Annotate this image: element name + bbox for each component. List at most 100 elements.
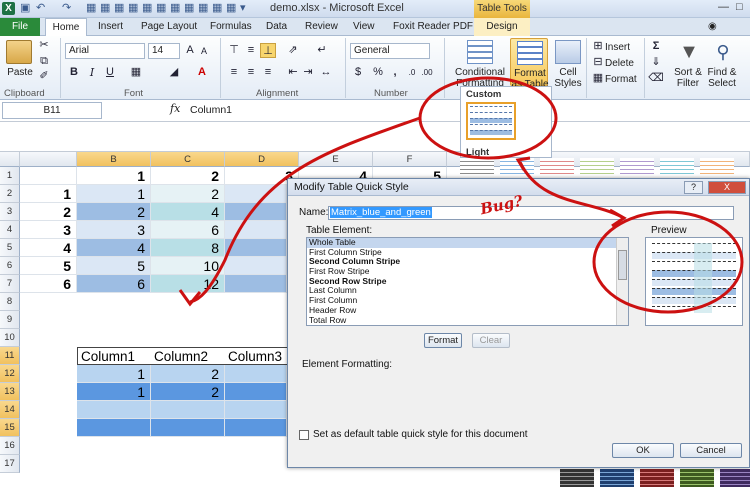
clear-icon[interactable]: ⌫ [648,71,664,86]
number-format-select[interactable]: General [350,43,430,59]
quick-access-icon-9[interactable]: ▦ [198,1,208,14]
column-header-a[interactable] [20,152,77,167]
table-cell[interactable]: 2 [151,365,225,383]
select-all-corner[interactable] [0,152,20,167]
insert-cells-button[interactable]: Insert [605,42,630,53]
cell[interactable]: 10 [151,257,225,275]
format-cells-button[interactable]: Format [605,74,637,85]
tab-insert[interactable]: Insert [98,21,123,32]
quick-access-icon-8[interactable]: ▦ [184,1,194,14]
name-box[interactable]: B11 [2,102,102,119]
row-header[interactable]: 12 [0,365,20,383]
row-header[interactable]: 14 [0,401,20,419]
row-header[interactable]: 4 [0,221,20,239]
cell-styles-label-1[interactable]: Cell [550,67,586,78]
cell[interactable]: 2 [151,185,225,203]
table-cell[interactable] [225,419,287,437]
cell[interactable]: 6 [77,275,151,293]
font-size-select[interactable]: 14 [148,43,180,59]
format-cells-icon[interactable]: ▦ [590,71,606,86]
default-style-checkbox[interactable] [299,430,309,440]
quick-access-icon-5[interactable]: ▦ [142,1,152,14]
delete-cells-icon[interactable]: ⊟ [590,55,606,70]
undo-icon[interactable]: ↶ [36,1,45,14]
percent-button[interactable]: % [370,65,386,80]
tab-data[interactable]: Data [266,21,287,32]
column-header-e[interactable]: E [299,152,373,167]
row-header[interactable]: 17 [0,455,20,473]
copy-icon[interactable]: ⧉ [36,54,52,69]
wrap-text-icon[interactable]: ↵ [314,43,330,58]
table-header-cell[interactable]: Column1▼ [77,347,151,381]
table-style-swatch[interactable] [460,158,494,176]
cell[interactable]: 4 [20,239,77,257]
table-cell[interactable] [77,419,151,437]
dialog-help-button[interactable]: ? [684,181,703,194]
align-bottom-icon[interactable]: ⊥ [260,43,276,58]
cell[interactable] [225,239,287,257]
increase-decimal-icon[interactable]: .0 [404,65,420,80]
quick-access-icon-2[interactable]: ▦ [100,1,110,14]
cell[interactable]: 1 [20,185,77,203]
quick-access-icon-6[interactable]: ▦ [156,1,166,14]
row-header[interactable]: 8 [0,293,20,311]
conditional-formatting-icon[interactable] [467,40,493,64]
paste-button[interactable]: Paste [2,67,38,78]
help-icon[interactable]: ◉ [708,21,717,32]
table-style-swatch[interactable] [500,158,534,176]
table-cell[interactable] [225,365,287,383]
italic-button[interactable]: I [84,65,100,80]
table-cell[interactable] [77,401,151,419]
fill-color-icon[interactable]: ◢ [166,65,182,80]
table-style-swatch[interactable] [540,158,574,176]
find-select-label-2[interactable]: Select [704,78,740,89]
quick-access-icon-4[interactable]: ▦ [128,1,138,14]
save-icon[interactable]: ▣ [20,1,30,14]
table-element-list[interactable]: Whole Table First Column Stripe Second C… [306,237,629,326]
cell[interactable]: 4 [77,239,151,257]
cell[interactable] [225,257,287,275]
ok-button[interactable]: OK [612,443,674,458]
cancel-button[interactable]: Cancel [680,443,742,458]
quick-access-dropdown-icon[interactable]: ▾ [240,1,246,14]
row-header[interactable]: 1 [0,167,20,185]
cell[interactable]: 2 [20,203,77,221]
bold-button[interactable]: B [66,65,82,80]
table-style-swatch[interactable] [660,158,694,176]
redo-icon[interactable]: ↷ [62,1,71,14]
cell[interactable]: 6 [151,221,225,239]
tab-file[interactable]: File [0,18,40,36]
cell[interactable]: 12 [151,275,225,293]
tab-formulas[interactable]: Formulas [210,21,252,32]
cell[interactable] [225,221,287,239]
fill-icon[interactable]: ⇓ [648,55,664,70]
clear-button[interactable]: Clear [472,333,510,348]
sort-filter-label-2[interactable]: Filter [670,78,706,89]
currency-button[interactable]: $ [350,65,366,80]
align-middle-icon[interactable]: ≡ [243,43,259,58]
cell[interactable] [225,185,287,203]
table-style-swatch[interactable] [640,469,674,487]
cell[interactable] [20,167,77,185]
dialog-close-button[interactable]: X [708,181,746,194]
cell[interactable] [225,203,287,221]
cut-icon[interactable]: ✂ [36,38,52,53]
quick-access-icon[interactable]: ▦ [86,1,96,14]
cell-styles-icon[interactable] [555,40,581,64]
merge-center-icon[interactable]: ↔ [318,65,334,80]
align-center-icon[interactable]: ≡ [243,65,259,80]
tab-view[interactable]: View [353,21,375,32]
underline-button[interactable]: U [102,65,118,80]
table-header-cell[interactable]: Column2▼ [151,347,225,381]
table-element-scrollbar[interactable] [616,238,628,325]
row-header[interactable]: 5 [0,239,20,257]
increase-indent-icon[interactable]: ⇥ [300,65,316,80]
find-select-label-1[interactable]: Find & [704,67,740,78]
align-left-icon[interactable]: ≡ [226,65,242,80]
quick-access-icon-10[interactable]: ▦ [212,1,222,14]
font-color-icon[interactable]: A [194,65,210,80]
cell[interactable]: 2 [151,167,225,185]
table-cell[interactable]: 1 [77,365,151,383]
table-style-swatch[interactable] [580,158,614,176]
tab-foxit-reader-pdf[interactable]: Foxit Reader PDF [393,21,473,32]
